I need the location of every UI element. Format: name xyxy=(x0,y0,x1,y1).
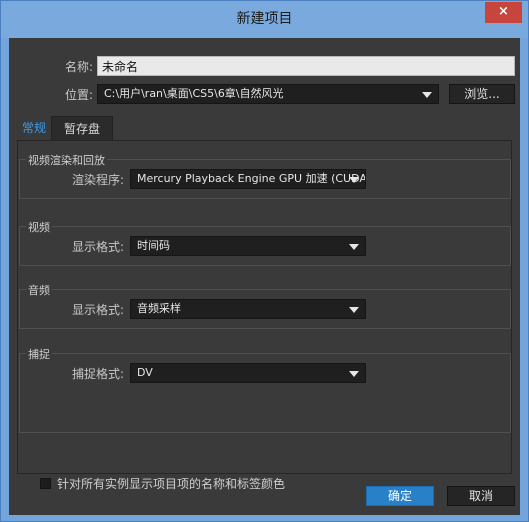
location-value: C:\用户\ran\桌面\CS5\6章\自然风光 xyxy=(104,87,284,100)
render-group-title: 视频渲染和回放 xyxy=(26,152,107,168)
audio-display-format-value: 音频采样 xyxy=(137,302,181,315)
show-label-colors-label[interactable]: 针对所有实例显示项目项的名称和标签颜色 xyxy=(57,475,285,492)
audio-display-format-label: 显示格式: xyxy=(71,303,124,317)
dialog-body: 名称: 未命名 位置: C:\用户\ran\桌面\CS5\6章\自然风光 浏览.… xyxy=(9,38,520,515)
chevron-down-icon xyxy=(349,307,359,313)
audio-display-format-select[interactable]: 音频采样 xyxy=(130,299,366,319)
render-group: 视频渲染和回放 渲染程序: Mercury Playback Engine GP… xyxy=(19,152,511,199)
chevron-down-icon xyxy=(349,177,359,183)
chevron-down-icon xyxy=(349,371,359,377)
chevron-down-icon xyxy=(422,92,432,98)
location-select[interactable]: C:\用户\ran\桌面\CS5\6章\自然风光 xyxy=(97,84,439,104)
dialog-title: 新建项目 xyxy=(236,11,293,27)
title-bar[interactable]: 新建项目 × xyxy=(1,1,528,38)
ok-button[interactable]: 确定 xyxy=(366,486,434,506)
video-group: 视频 显示格式: 时间码 xyxy=(19,219,511,266)
renderer-select[interactable]: Mercury Playback Engine GPU 加速 (CUDA xyxy=(130,169,366,189)
capture-format-select[interactable]: DV xyxy=(130,363,366,383)
audio-group-title: 音频 xyxy=(26,282,52,298)
chevron-down-icon xyxy=(349,244,359,250)
capture-format-label: 捕捉格式: xyxy=(71,367,124,381)
renderer-value: Mercury Playback Engine GPU 加速 (CUDA xyxy=(137,172,366,185)
tab-scratch-disks[interactable]: 暂存盘 xyxy=(51,116,113,141)
cancel-button[interactable]: 取消 xyxy=(447,486,515,506)
capture-group: 捕捉 捕捉格式: DV xyxy=(19,346,511,433)
video-group-title: 视频 xyxy=(26,219,52,235)
video-display-format-select[interactable]: 时间码 xyxy=(130,236,366,256)
show-label-colors-checkbox[interactable] xyxy=(40,478,51,489)
browse-button[interactable]: 浏览... xyxy=(449,84,515,104)
tab-general[interactable]: 常规 xyxy=(17,116,51,141)
name-label: 名称: xyxy=(64,60,93,74)
location-label: 位置: xyxy=(64,88,93,102)
project-name-input[interactable]: 未命名 xyxy=(97,56,515,76)
close-icon: × xyxy=(498,4,509,19)
audio-group: 音频 显示格式: 音频采样 xyxy=(19,282,511,329)
video-display-format-value: 时间码 xyxy=(137,239,170,252)
capture-format-value: DV xyxy=(137,366,153,379)
capture-group-title: 捕捉 xyxy=(26,346,52,362)
renderer-label: 渲染程序: xyxy=(71,173,124,187)
new-project-dialog: 新建项目 × 名称: 未命名 位置: C:\用户\ran\桌面\CS5\6章\自… xyxy=(0,0,529,522)
general-tab-panel: 视频渲染和回放 渲染程序: Mercury Playback Engine GP… xyxy=(17,140,512,474)
video-display-format-label: 显示格式: xyxy=(71,240,124,254)
close-button[interactable]: × xyxy=(485,2,522,23)
